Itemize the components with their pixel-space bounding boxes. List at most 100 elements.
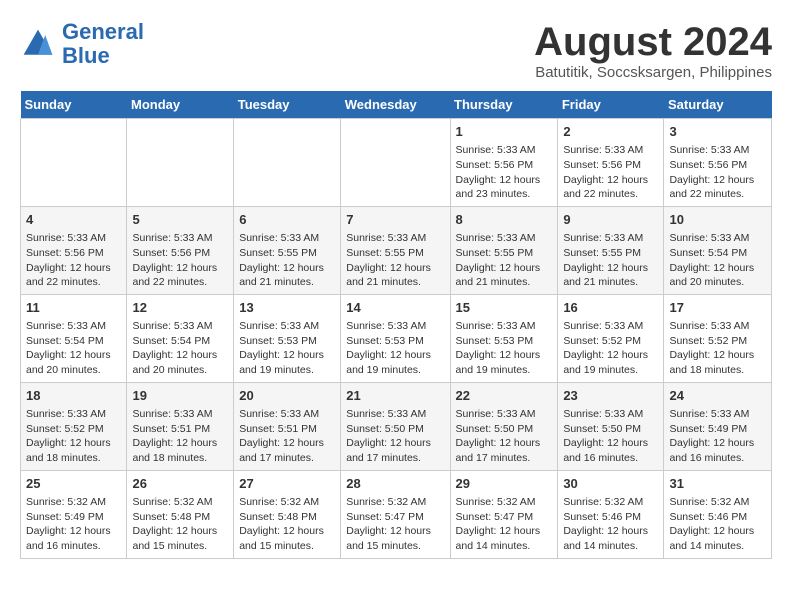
day-info: Daylight: 12 hours xyxy=(563,261,658,276)
day-info: Sunset: 5:47 PM xyxy=(346,510,444,525)
day-info: Daylight: 12 hours xyxy=(239,436,335,451)
day-info: Sunset: 5:56 PM xyxy=(669,158,766,173)
day-info: and 16 minutes. xyxy=(669,451,766,466)
calendar-cell xyxy=(341,119,450,207)
calendar-cell: 31Sunrise: 5:32 AMSunset: 5:46 PMDayligh… xyxy=(664,470,772,558)
day-info: and 14 minutes. xyxy=(669,539,766,554)
day-number: 12 xyxy=(132,299,228,317)
day-info: and 19 minutes. xyxy=(456,363,553,378)
day-info: and 17 minutes. xyxy=(346,451,444,466)
logo: General Blue xyxy=(20,20,144,68)
day-info: Sunset: 5:54 PM xyxy=(669,246,766,261)
day-number: 31 xyxy=(669,475,766,493)
day-info: Sunset: 5:47 PM xyxy=(456,510,553,525)
calendar-cell: 6Sunrise: 5:33 AMSunset: 5:55 PMDaylight… xyxy=(234,206,341,294)
calendar-cell: 16Sunrise: 5:33 AMSunset: 5:52 PMDayligh… xyxy=(558,294,664,382)
day-info: and 19 minutes. xyxy=(239,363,335,378)
weekday-header: Thursday xyxy=(450,91,558,119)
calendar-week-row: 4Sunrise: 5:33 AMSunset: 5:56 PMDaylight… xyxy=(21,206,772,294)
logo-line1: General xyxy=(62,19,144,44)
title-block: August 2024 Batutitik, Soccsksargen, Phi… xyxy=(534,20,772,81)
calendar-cell: 25Sunrise: 5:32 AMSunset: 5:49 PMDayligh… xyxy=(21,470,127,558)
day-info: Sunset: 5:52 PM xyxy=(669,334,766,349)
day-number: 6 xyxy=(239,211,335,229)
day-number: 7 xyxy=(346,211,444,229)
day-info: Sunrise: 5:32 AM xyxy=(346,495,444,510)
day-info: Daylight: 12 hours xyxy=(563,348,658,363)
weekday-header: Monday xyxy=(127,91,234,119)
day-number: 13 xyxy=(239,299,335,317)
calendar-cell: 10Sunrise: 5:33 AMSunset: 5:54 PMDayligh… xyxy=(664,206,772,294)
calendar-cell: 19Sunrise: 5:33 AMSunset: 5:51 PMDayligh… xyxy=(127,382,234,470)
day-info: and 15 minutes. xyxy=(132,539,228,554)
day-info: Daylight: 12 hours xyxy=(669,436,766,451)
day-info: Sunrise: 5:33 AM xyxy=(563,407,658,422)
day-info: Daylight: 12 hours xyxy=(346,261,444,276)
day-info: and 19 minutes. xyxy=(346,363,444,378)
day-info: Sunrise: 5:33 AM xyxy=(26,407,121,422)
day-info: Sunset: 5:53 PM xyxy=(456,334,553,349)
day-info: and 21 minutes. xyxy=(563,275,658,290)
day-number: 3 xyxy=(669,123,766,141)
weekday-header-row: SundayMondayTuesdayWednesdayThursdayFrid… xyxy=(21,91,772,119)
day-info: Sunrise: 5:32 AM xyxy=(563,495,658,510)
day-info: Daylight: 12 hours xyxy=(456,261,553,276)
day-info: and 16 minutes. xyxy=(26,539,121,554)
calendar-cell xyxy=(234,119,341,207)
day-info: and 22 minutes. xyxy=(132,275,228,290)
day-info: and 22 minutes. xyxy=(669,187,766,202)
day-number: 17 xyxy=(669,299,766,317)
day-info: Daylight: 12 hours xyxy=(456,436,553,451)
day-info: Sunset: 5:54 PM xyxy=(26,334,121,349)
day-number: 27 xyxy=(239,475,335,493)
day-info: Sunrise: 5:32 AM xyxy=(26,495,121,510)
day-info: Sunrise: 5:33 AM xyxy=(26,231,121,246)
day-info: Sunrise: 5:33 AM xyxy=(669,407,766,422)
day-info: Sunrise: 5:32 AM xyxy=(132,495,228,510)
day-info: Sunset: 5:55 PM xyxy=(456,246,553,261)
day-info: and 15 minutes. xyxy=(239,539,335,554)
day-info: Sunrise: 5:33 AM xyxy=(346,407,444,422)
day-info: Sunrise: 5:33 AM xyxy=(132,407,228,422)
weekday-header: Sunday xyxy=(21,91,127,119)
day-info: Sunrise: 5:33 AM xyxy=(239,319,335,334)
day-info: Sunset: 5:49 PM xyxy=(669,422,766,437)
day-info: Sunset: 5:52 PM xyxy=(26,422,121,437)
day-info: and 22 minutes. xyxy=(26,275,121,290)
day-info: Daylight: 12 hours xyxy=(346,524,444,539)
calendar-table: SundayMondayTuesdayWednesdayThursdayFrid… xyxy=(20,91,772,559)
day-number: 8 xyxy=(456,211,553,229)
day-info: Sunrise: 5:33 AM xyxy=(26,319,121,334)
calendar-cell: 8Sunrise: 5:33 AMSunset: 5:55 PMDaylight… xyxy=(450,206,558,294)
day-info: and 21 minutes. xyxy=(456,275,553,290)
calendar-cell: 15Sunrise: 5:33 AMSunset: 5:53 PMDayligh… xyxy=(450,294,558,382)
day-number: 26 xyxy=(132,475,228,493)
day-number: 16 xyxy=(563,299,658,317)
day-number: 19 xyxy=(132,387,228,405)
day-info: and 16 minutes. xyxy=(563,451,658,466)
day-info: Sunset: 5:51 PM xyxy=(132,422,228,437)
day-info: Sunrise: 5:33 AM xyxy=(669,143,766,158)
day-info: Sunset: 5:53 PM xyxy=(346,334,444,349)
day-info: Daylight: 12 hours xyxy=(563,436,658,451)
day-info: Sunrise: 5:33 AM xyxy=(563,231,658,246)
day-info: Daylight: 12 hours xyxy=(239,348,335,363)
day-info: Sunrise: 5:33 AM xyxy=(456,407,553,422)
logo-text: General Blue xyxy=(62,20,144,68)
calendar-cell: 3Sunrise: 5:33 AMSunset: 5:56 PMDaylight… xyxy=(664,119,772,207)
calendar-cell: 22Sunrise: 5:33 AMSunset: 5:50 PMDayligh… xyxy=(450,382,558,470)
day-info: Daylight: 12 hours xyxy=(669,524,766,539)
day-number: 24 xyxy=(669,387,766,405)
day-info: Sunset: 5:46 PM xyxy=(669,510,766,525)
day-info: Sunset: 5:46 PM xyxy=(563,510,658,525)
day-info: and 22 minutes. xyxy=(563,187,658,202)
calendar-cell: 30Sunrise: 5:32 AMSunset: 5:46 PMDayligh… xyxy=(558,470,664,558)
day-info: and 21 minutes. xyxy=(346,275,444,290)
calendar-cell xyxy=(127,119,234,207)
day-number: 21 xyxy=(346,387,444,405)
day-info: and 18 minutes. xyxy=(26,451,121,466)
day-info: and 21 minutes. xyxy=(239,275,335,290)
day-number: 28 xyxy=(346,475,444,493)
day-info: Daylight: 12 hours xyxy=(346,436,444,451)
day-number: 15 xyxy=(456,299,553,317)
